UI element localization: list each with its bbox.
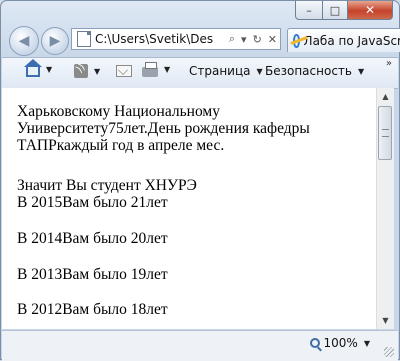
refresh-icon[interactable]: ↻ [250,33,265,46]
rss-icon [74,64,88,78]
scroll-up-icon[interactable]: ▲ [377,88,394,105]
vertical-scrollbar[interactable]: ▲ ▼ [376,88,394,329]
tab-active[interactable]: Лаба по JavaScr [287,28,400,52]
zoom-control[interactable]: 100% ▼ [309,336,370,350]
print-icon [142,62,158,77]
year-line: В 2014Вам было 20лет [17,230,168,247]
page-menu[interactable]: Страница ▼ [189,64,263,78]
status-bar: 100% ▼ [2,330,398,361]
safety-menu[interactable]: Безопасность ▼ [265,64,364,78]
year-line: В 2013Вам было 19лет [17,266,168,283]
command-bar: ▼ ▼ ▼ Страница ▼ Безопасность ▼ » [2,57,398,89]
page-menu-label: Страница [189,64,251,78]
chevron-down-icon[interactable]: ▼ [364,339,370,348]
page-icon [77,31,91,47]
year-line: В 2015Вам было 21лет [17,194,168,211]
safety-menu-label: Безопасность [265,64,352,78]
more-commands-icon[interactable]: » [386,58,392,69]
arrow-right-icon: ▶ [49,33,61,49]
back-button[interactable]: ◀ [9,26,39,56]
forward-button[interactable]: ▶ [41,27,69,55]
close-button[interactable]: ✕ [348,1,393,20]
resize-grip-icon[interactable] [384,347,394,357]
search-icon[interactable]: ⌕ [226,32,238,46]
dropdown-icon[interactable]: ▾ [238,33,250,46]
student-text: Значит Вы студент ХНУРЭ [17,177,197,194]
address-bar[interactable]: C:\Users\Svetik\Des ⌕ ▾ ↻ ✕ [71,28,281,50]
feeds-button[interactable]: ▼ [74,64,100,78]
tab-title: Лаба по JavaScr [303,33,400,48]
navigation-row: ◀ ▶ C:\Users\Svetik\Des ⌕ ▾ ↻ ✕ Лаба по … [9,25,400,56]
arrow-left-icon: ◀ [18,33,30,49]
window-controls: – □ ✕ [295,1,393,20]
intro-text: Харьковскому Национальному Университету7… [17,103,310,154]
scroll-thumb[interactable] [378,106,392,160]
minimize-button[interactable]: – [295,1,323,20]
chevron-down-icon[interactable]: ▼ [164,65,170,74]
ie-icon [293,33,300,48]
zoom-icon [309,338,320,348]
chevron-down-icon: ▼ [256,66,263,76]
mail-button[interactable] [116,64,132,77]
home-icon [24,59,42,77]
home-button[interactable]: ▼ [24,59,52,77]
year-line: В 2012Вам было 18лет [17,301,168,318]
maximize-button[interactable]: □ [323,1,348,20]
mail-icon [116,65,132,77]
scroll-down-icon[interactable]: ▼ [377,312,394,329]
stop-icon[interactable]: ✕ [265,33,280,46]
page-content: Харьковскому Национальному Университету7… [2,88,376,329]
browser-window: – □ ✕ ◀ ▶ C:\Users\Svetik\Des ⌕ ▾ ↻ ✕ Ла… [0,0,400,361]
print-button[interactable]: ▼ [142,62,170,77]
address-input[interactable]: C:\Users\Svetik\Des [95,32,226,46]
chevron-down-icon[interactable]: ▼ [46,65,52,74]
chevron-down-icon[interactable]: ▼ [94,67,100,76]
zoom-level: 100% [323,336,358,350]
chevron-down-icon: ▼ [357,66,365,76]
